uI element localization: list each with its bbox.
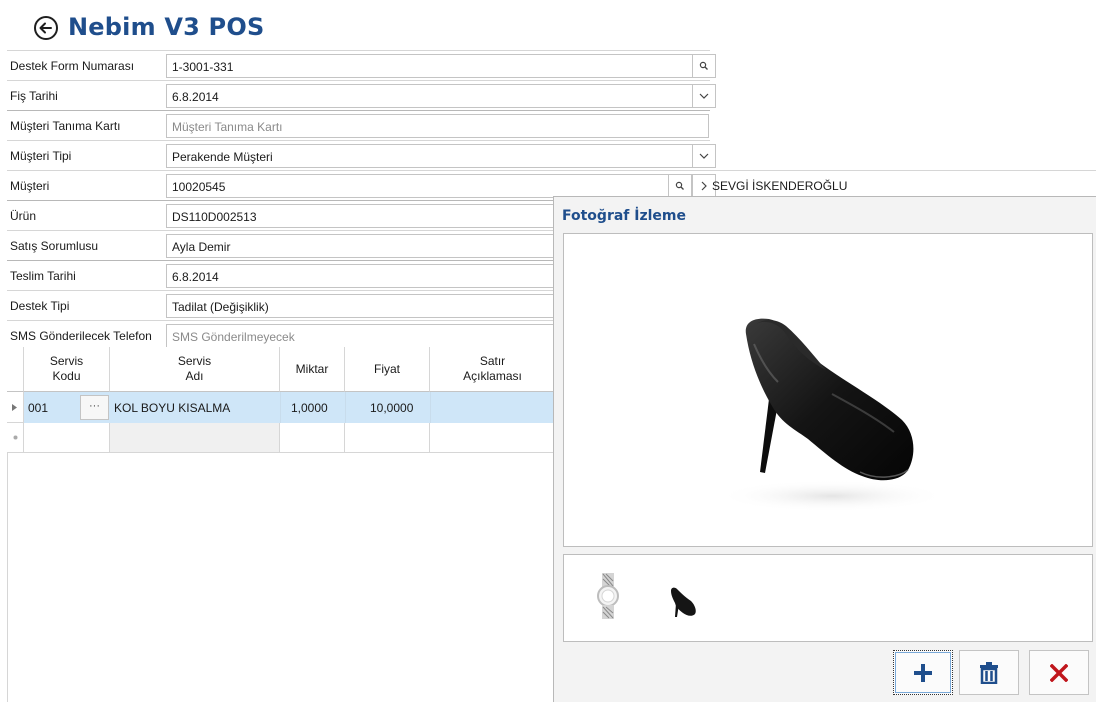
photo-viewer-title: Fotoğraf İzleme: [562, 208, 686, 224]
row-indicator-cell: [7, 392, 24, 423]
new-row-indicator-cell: [7, 423, 24, 452]
urun-label: Ürün: [10, 209, 37, 223]
chevron-down-icon: [699, 93, 709, 99]
musteri-tanima-karti-placeholder: Müşteri Tanıma Kartı: [172, 120, 283, 134]
satis-sorumlusu-input[interactable]: Ayla Demir: [166, 234, 566, 258]
column-header-miktar[interactable]: Miktar: [280, 347, 345, 392]
musteri-name: SEVGİ İSKENDEROĞLU: [712, 179, 848, 193]
fiyat-header: Fiyat: [373, 361, 400, 376]
servis-kodu-header-line2: Kodu: [52, 369, 81, 383]
miktar-header: Miktar: [295, 361, 329, 376]
shoe-image: [717, 318, 947, 512]
cell-divider: [345, 392, 346, 423]
grid-indicator-header: [7, 347, 24, 392]
servis-kodu-header-line1: Servis: [49, 354, 84, 368]
new-row-miktar-cell[interactable]: [280, 423, 345, 452]
destek-form-numarasi-label: Destek Form Numarası: [10, 59, 135, 73]
fis-tarihi-label: Fiş Tarihi: [10, 89, 58, 103]
musteri-tanima-karti-input[interactable]: Müşteri Tanıma Kartı: [166, 114, 709, 138]
row-destek-form-numarasi: Destek Form Numarası 1-3001-331: [7, 50, 716, 80]
cell-fiyat[interactable]: 10,0000: [370, 401, 413, 415]
new-row-dot-icon: [13, 435, 18, 440]
musteri-tipi-select[interactable]: Perakende Müşteri: [166, 144, 716, 168]
cell-miktar[interactable]: 1,0000: [291, 401, 328, 415]
column-header-servis-kodu[interactable]: Servis Kodu: [24, 347, 110, 392]
fis-tarihi-dropdown-button[interactable]: [692, 84, 716, 108]
search-icon: [699, 61, 708, 70]
delete-photo-button[interactable]: [959, 650, 1019, 695]
urun-value: DS110D002513: [172, 210, 257, 224]
plus-icon: [914, 663, 932, 682]
musteri-tanima-karti-label: Müşteri Tanıma Kartı: [10, 119, 121, 133]
destek-tipi-value: Tadilat (Değişiklik): [172, 300, 269, 314]
cell-servis-adi[interactable]: KOL BOYU KISALMA: [114, 401, 230, 415]
teslim-tarihi-input[interactable]: 6.8.2014: [166, 264, 566, 288]
cell-divider: [430, 392, 431, 423]
watch-image: [597, 573, 619, 619]
musteri-tipi-value: Perakende Müşteri: [172, 150, 273, 164]
new-row-aciklama-cell[interactable]: [430, 423, 555, 452]
destek-form-numarasi-value: 1-3001-331: [172, 60, 234, 74]
destek-tipi-select[interactable]: Tadilat (Değişiklik): [166, 294, 566, 318]
sms-telefon-label: SMS Gönderilecek Telefon: [10, 329, 152, 343]
back-button[interactable]: [34, 16, 58, 40]
row-musteri-tanima-karti: Müşteri Tanıma Kartı Müşteri Tanıma Kart…: [7, 110, 710, 140]
add-photo-button[interactable]: [893, 650, 953, 695]
satir-aciklamasi-header-line2: Açıklaması: [463, 369, 522, 383]
new-row-servis-adi-cell: [110, 423, 280, 452]
musteri-label: Müşteri: [10, 179, 50, 193]
table-row[interactable]: 001 ··· KOL BOYU KISALMA 1,0000 10,0000: [7, 392, 555, 423]
urun-input[interactable]: DS110D002513: [166, 204, 566, 228]
satis-sorumlusu-value: Ayla Demir: [172, 240, 231, 254]
chevron-down-icon: [699, 153, 709, 159]
trash-icon: [980, 661, 998, 684]
servis-adi-header-line1: Servis: [177, 354, 212, 368]
column-header-fiyat[interactable]: Fiyat: [345, 347, 430, 392]
row-pointer-icon: [12, 404, 17, 411]
photo-viewer-panel: Fotoğraf İzleme: [553, 196, 1096, 702]
service-grid: Servis Kodu Servis Adı Miktar Fiyat Satır A…: [7, 347, 555, 453]
chevron-right-icon: [701, 181, 707, 191]
teslim-tarihi-value: 6.8.2014: [172, 270, 219, 284]
row-musteri-tipi: Müşteri Tipi Perakende Müşteri: [7, 140, 716, 170]
close-icon: [1050, 663, 1068, 682]
destek-tipi-label: Destek Tipi: [10, 299, 70, 313]
teslim-tarihi-label: Teslim Tarihi: [10, 269, 76, 283]
cell-servis-kodu[interactable]: 001: [28, 401, 48, 415]
satis-sorumlusu-label: Satış Sorumlusu: [10, 239, 99, 253]
column-header-satir-aciklamasi[interactable]: Satır Açıklaması: [430, 347, 555, 392]
musteri-tipi-label: Müşteri Tipi: [10, 149, 72, 163]
cell-divider: [280, 392, 281, 423]
shoe-thumbnail[interactable]: [659, 567, 709, 627]
servis-kodu-lookup-button[interactable]: ···: [80, 395, 109, 420]
musteri-search-button[interactable]: [668, 174, 692, 198]
musteri-tipi-dropdown-button[interactable]: [692, 144, 716, 168]
search-icon: [675, 181, 684, 190]
column-header-servis-adi[interactable]: Servis Adı: [110, 347, 280, 392]
sms-telefon-input[interactable]: SMS Gönderilmeyecek: [166, 324, 566, 348]
destek-form-numarasi-input[interactable]: 1-3001-331: [166, 54, 716, 78]
fis-tarihi-value: 6.8.2014: [172, 90, 219, 104]
app-title: Nebim V3 POS: [68, 13, 265, 41]
sms-telefon-placeholder: SMS Gönderilmeyecek: [172, 330, 295, 344]
close-photo-button[interactable]: [1029, 650, 1089, 695]
shoe-thumbnail-image: [671, 587, 696, 617]
servis-adi-header-line2: Adı: [185, 369, 204, 383]
new-row-fiyat-cell[interactable]: [345, 423, 430, 452]
new-row-servis-kodu-cell[interactable]: [24, 423, 110, 452]
new-row[interactable]: [7, 423, 555, 453]
musteri-value: 10020545: [172, 180, 226, 194]
watch-thumbnail[interactable]: [584, 567, 634, 627]
row-fis-tarihi: Fiş Tarihi 6.8.2014: [7, 80, 716, 110]
title-bar: Nebim V3 POS: [0, 0, 1096, 46]
musteri-input[interactable]: 10020545: [166, 174, 716, 198]
photo-main-view[interactable]: [563, 233, 1093, 547]
destek-form-search-button[interactable]: [692, 54, 716, 78]
thumbnail-strip: [563, 554, 1093, 642]
content-left-border: [7, 453, 8, 702]
fis-tarihi-input[interactable]: 6.8.2014: [166, 84, 716, 108]
arrow-left-icon: [39, 22, 52, 34]
satir-aciklamasi-header-line1: Satır: [479, 354, 506, 368]
